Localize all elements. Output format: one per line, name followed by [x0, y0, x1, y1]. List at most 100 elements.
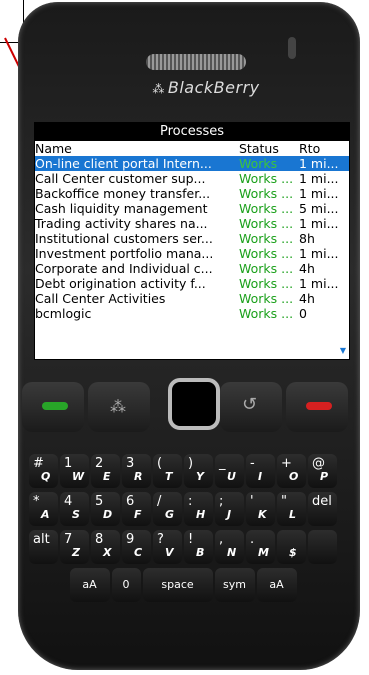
key[interactable]: # Q [29, 454, 58, 488]
key[interactable]: ! B [184, 530, 213, 564]
table-row[interactable]: Backoffice money transfer... Works ... 1 m… [35, 186, 349, 201]
cell-rto: 8h [299, 231, 315, 246]
key[interactable]: 9C [122, 530, 151, 564]
end-call-button[interactable] [286, 382, 348, 432]
key-bottom-label: B [196, 546, 205, 559]
screen-title: Processes [35, 123, 349, 141]
key[interactable]: $ [277, 530, 306, 564]
table-row[interactable]: Cash liquidity management Works ... 5 mi..… [35, 201, 349, 216]
cell-rto: 5 mi... [299, 201, 339, 216]
key-bottom-label: M [258, 546, 269, 559]
key[interactable]: 5D [91, 492, 120, 526]
key-top-label: @ [312, 456, 325, 471]
key-bottom-label: E [103, 470, 111, 483]
key-top-label: - [250, 456, 255, 471]
key[interactable]: (T [153, 454, 182, 488]
key[interactable]: -I [246, 454, 275, 488]
shift-left-key[interactable]: aA [69, 568, 110, 602]
key-top-label: 6 [126, 494, 135, 509]
convenience-key[interactable] [288, 37, 296, 59]
table-row[interactable]: On-line client portal Intern... Works 1 mi… [35, 156, 349, 171]
cell-rto: 1 mi... [299, 171, 339, 186]
key[interactable]: " L [277, 492, 306, 526]
key[interactable]: alt [29, 530, 58, 564]
key[interactable]: ? V [153, 530, 182, 564]
key-top-label: 3 [126, 456, 135, 471]
process-list: On-line client portal Intern... Works 1 mi… [35, 156, 349, 321]
key-bottom-label: O [289, 470, 299, 483]
key-top-label: : [188, 494, 193, 509]
column-header-name[interactable]: Name [35, 141, 239, 156]
cell-name: Backoffice money transfer... [35, 186, 211, 201]
cell-status: Works ... [239, 171, 294, 186]
table-row[interactable]: bcmlogic Works ... 0 [35, 306, 349, 321]
trackpad[interactable] [168, 378, 220, 430]
key[interactable]: 8X [91, 530, 120, 564]
key-top-label: ? [157, 532, 164, 547]
shift-right-key[interactable]: aA [256, 568, 297, 602]
key-bottom-label: U [227, 470, 236, 483]
key[interactable]: 4S [60, 492, 89, 526]
key-top-label: / [157, 494, 162, 509]
key[interactable]: ' K [246, 492, 275, 526]
key[interactable]: ; J [215, 492, 244, 526]
column-header-status[interactable]: Status [239, 141, 299, 156]
navigation-bar: ⁂ ↺ [22, 372, 348, 452]
cell-name: Call Center Activities [35, 291, 166, 306]
key[interactable] [308, 530, 337, 564]
cell-rto: 4h [299, 261, 315, 276]
key[interactable]: 2E [91, 454, 120, 488]
scroll-down-icon: ▼ [339, 346, 346, 355]
key[interactable]: del [308, 492, 337, 526]
keyboard-bottom-row: aA 0 space sym aA [14, 568, 352, 602]
table-row[interactable]: Call Center Activities Works ... 4h [35, 291, 349, 306]
menu-button[interactable]: ⁂ [88, 382, 150, 432]
table-row[interactable]: Call Center customer sup... Works ... 1 mi… [35, 171, 349, 186]
key[interactable]: 3R [122, 454, 151, 488]
key-bottom-label: J [227, 508, 232, 521]
zero-key[interactable]: 0 [111, 568, 141, 602]
key-label: sym [223, 578, 246, 591]
send-button[interactable] [22, 382, 84, 432]
key[interactable]: ) Y [184, 454, 213, 488]
key[interactable]: * A [29, 492, 58, 526]
key[interactable]: 7Z [60, 530, 89, 564]
cell-name: bcmlogic [35, 306, 92, 321]
table-row[interactable]: Debt origination activity f... Works ... 1… [35, 276, 349, 291]
cell-rto: 0 [299, 306, 307, 321]
key[interactable]: 1W [60, 454, 89, 488]
end-call-icon [306, 402, 332, 410]
key[interactable]: / G [153, 492, 182, 526]
key-bottom-label: S [72, 508, 80, 521]
key-label: aA [82, 578, 97, 591]
key-bottom-label: H [196, 508, 206, 521]
cell-name: Investment portfolio mana... [35, 246, 214, 261]
table-row[interactable]: Institutional customers ser... Works ... 8… [35, 231, 349, 246]
key[interactable]: @ P [308, 454, 337, 488]
key-bottom-label: I [258, 470, 263, 483]
key[interactable]: .M [246, 530, 275, 564]
key-top-label: del [312, 494, 332, 509]
cell-rto: 4h [299, 291, 315, 306]
key[interactable]: :H [184, 492, 213, 526]
key[interactable]: ,N [215, 530, 244, 564]
key-bottom-label: Y [196, 470, 204, 483]
key-top-label: _ [219, 456, 226, 471]
key[interactable]: 6F [122, 492, 151, 526]
earpiece-grille [146, 54, 246, 70]
cell-name: Trading activity shares na... [35, 216, 208, 231]
cell-status: Works ... [239, 291, 294, 306]
table-row[interactable]: Corporate and Individual c... Works ... 4h [35, 261, 349, 276]
table-row[interactable]: Investment portfolio mana... Works ... 1 m… [35, 246, 349, 261]
key[interactable]: _ U [215, 454, 244, 488]
key-bottom-label: C [134, 546, 143, 559]
cell-name: Call Center customer sup... [35, 171, 206, 186]
keyboard-row: alt 7 Z 8 X 9 C? V! B, N. M $ [14, 530, 352, 564]
column-header-rto[interactable]: Rto [299, 141, 349, 156]
table-row[interactable]: Trading activity shares na... Works ... 1 … [35, 216, 349, 231]
key-top-label: ! [188, 532, 194, 547]
space-key[interactable]: space [142, 568, 213, 602]
key[interactable]: + O [277, 454, 306, 488]
sym-key[interactable]: sym [214, 568, 255, 602]
escape-button[interactable]: ↺ [220, 382, 282, 432]
